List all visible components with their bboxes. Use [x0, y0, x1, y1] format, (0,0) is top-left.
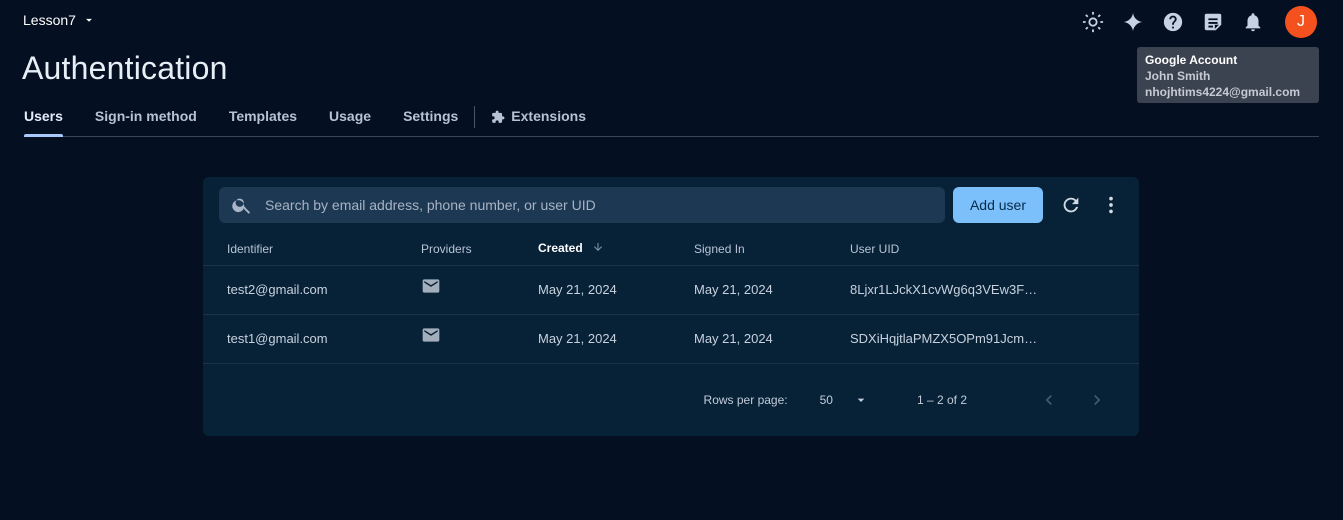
project-selector[interactable]: Lesson7 [23, 12, 96, 28]
tab-users[interactable]: Users [24, 98, 63, 137]
rows-per-page-value: 50 [819, 393, 833, 407]
page-title: Authentication [22, 50, 228, 86]
rows-per-page-label: Rows per page: [703, 393, 788, 407]
users-toolbar: Add user [219, 187, 1123, 223]
more-vert-icon[interactable] [1099, 193, 1123, 217]
cell-user-uid: SDXiHqjtlaPMZX5OPm91Jcm… [850, 314, 1139, 364]
release-notes-icon[interactable] [1201, 6, 1225, 38]
tab-usage[interactable]: Usage [329, 98, 371, 136]
arrow-down-icon [592, 241, 604, 256]
column-header-user-uid: User UID [850, 233, 1139, 266]
gemini-spark-icon[interactable] [1121, 6, 1145, 38]
users-table: Identifier Providers Created Signed In U… [203, 233, 1139, 364]
previous-page-icon[interactable] [1037, 388, 1061, 412]
pagination-range: 1 – 2 of 2 [916, 393, 967, 407]
users-card: Add user Identifier Providers Created Si… [203, 177, 1139, 436]
help-icon[interactable] [1161, 6, 1185, 38]
tab-settings[interactable]: Settings [403, 98, 458, 136]
tooltip-title: Google Account [1145, 53, 1238, 67]
cell-signed-in: May 21, 2024 [694, 265, 850, 315]
cell-signed-in: May 21, 2024 [694, 314, 850, 364]
tab-sign-in-method[interactable]: Sign-in method [95, 98, 197, 136]
email-icon [421, 265, 538, 315]
refresh-icon[interactable] [1059, 193, 1083, 217]
cell-identifier: test1@gmail.com [203, 314, 421, 364]
tab-divider [474, 106, 476, 128]
add-user-button[interactable]: Add user [953, 187, 1043, 223]
auth-page: Lesson7 Authentication J Google Account … [0, 0, 1343, 520]
tab-bar: Users Sign-in method Templates Usage Set… [24, 98, 1319, 137]
tab-extensions-label: Extensions [511, 108, 586, 124]
caret-down-icon [857, 398, 865, 402]
cell-user-uid: 8Ljxr1LJckX1cvWg6q3VEw3F… [850, 265, 1139, 315]
top-bar-icons: J [1081, 6, 1317, 38]
project-name: Lesson7 [23, 12, 76, 28]
cell-created: May 21, 2024 [538, 265, 694, 315]
table-row[interactable]: test2@gmail.com May 21, 2024 May 21, 202… [203, 265, 1139, 315]
search-box [219, 187, 945, 223]
email-icon [421, 314, 538, 364]
account-tooltip: Google Account John Smith nhojhtims4224@… [1137, 47, 1319, 103]
tab-templates[interactable]: Templates [229, 98, 297, 136]
search-icon [232, 198, 251, 214]
next-page-icon[interactable] [1085, 388, 1109, 412]
search-input[interactable] [263, 196, 923, 214]
column-header-identifier[interactable]: Identifier [203, 233, 421, 266]
pagination-bar: Rows per page: 50 1 – 2 of 2 [203, 377, 1139, 423]
column-header-signed-in[interactable]: Signed In [694, 233, 850, 266]
rows-per-page-select[interactable]: 50 [820, 392, 869, 408]
cell-created: May 21, 2024 [538, 314, 694, 364]
caret-down-icon [86, 18, 92, 22]
column-header-created[interactable]: Created [538, 233, 694, 266]
tooltip-name: John Smith [1145, 69, 1211, 83]
extensions-icon [492, 110, 505, 123]
column-header-providers: Providers [421, 233, 538, 266]
tab-extensions[interactable]: Extensions [491, 98, 586, 136]
account-avatar[interactable]: J [1285, 6, 1317, 38]
table-row[interactable]: test1@gmail.com May 21, 2024 May 21, 202… [203, 314, 1139, 364]
notifications-icon[interactable] [1241, 6, 1265, 38]
table-header-row: Identifier Providers Created Signed In U… [203, 233, 1139, 266]
cell-identifier: test2@gmail.com [203, 265, 421, 315]
theme-icon[interactable] [1081, 6, 1105, 38]
column-header-created-label: Created [538, 241, 583, 256]
